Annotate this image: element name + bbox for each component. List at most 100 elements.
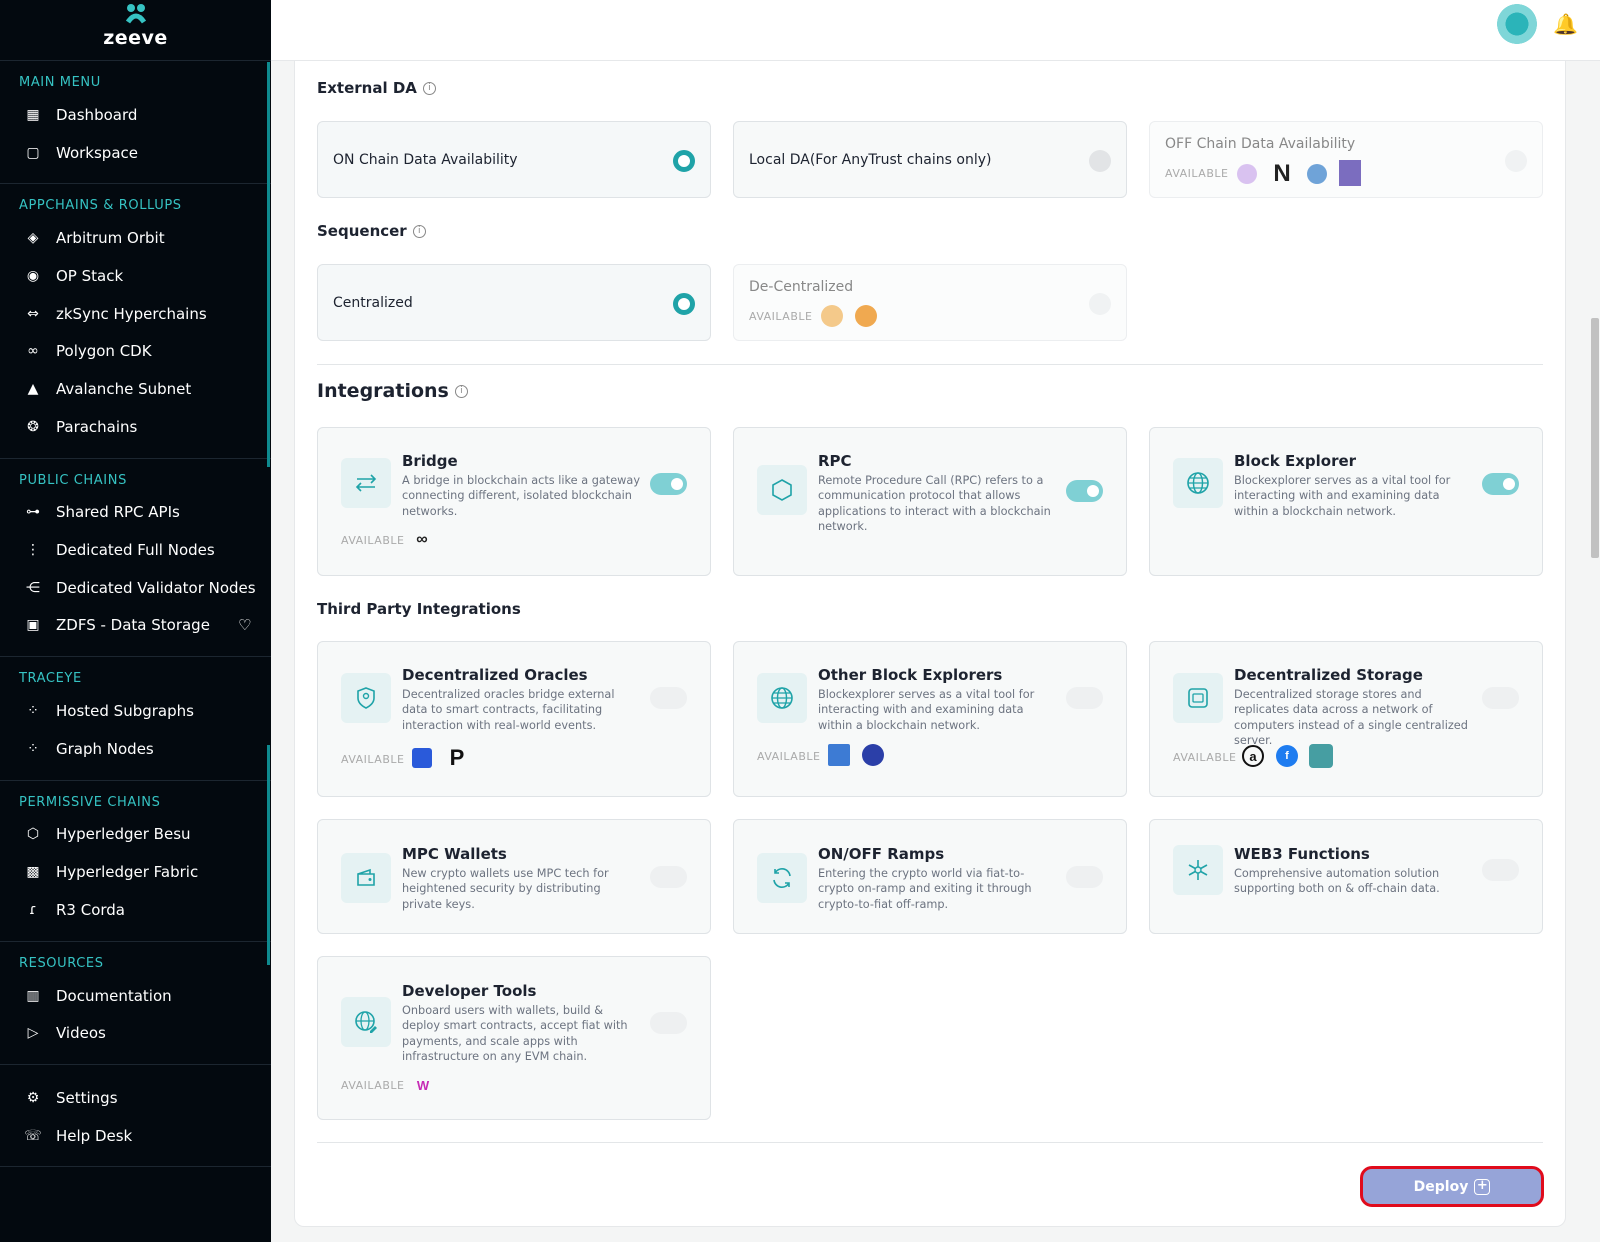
rpc-hexagon-icon xyxy=(757,465,807,515)
sidebar-scroll-indicator xyxy=(267,62,270,467)
block-explorer-toggle[interactable] xyxy=(1482,473,1519,495)
refresh-icon xyxy=(757,853,807,903)
info-icon[interactable]: i xyxy=(422,82,436,95)
phone-icon: ☏ xyxy=(24,1127,42,1144)
storage-icon: ▣ xyxy=(26,617,40,634)
option-label: OFF Chain Data Availability xyxy=(1165,136,1356,152)
sidebar-item-graph-nodes[interactable]: ⁘ Graph Nodes xyxy=(0,730,271,768)
filecoin-icon: f xyxy=(1276,745,1298,767)
sidebar-item-avalanche-subnet[interactable]: ▲ Avalanche Subnet xyxy=(0,370,271,408)
da-option-local[interactable]: Local DA(For AnyTrust chains only) xyxy=(733,121,1127,198)
da-option-onchain[interactable]: ON Chain Data Availability xyxy=(317,121,711,198)
card-description: A bridge in blockchain acts like a gatew… xyxy=(402,474,641,518)
sidebar-item-label: Dedicated Full Nodes xyxy=(56,541,215,560)
card-title: ON/OFF Ramps xyxy=(818,845,945,863)
available-label: AVAILABLE xyxy=(757,750,821,763)
sidebar-item-arbitrum-orbit[interactable]: ◈ Arbitrum Orbit xyxy=(0,219,271,257)
radio-selected[interactable] xyxy=(673,150,695,172)
sidebar-item-label: Parachains xyxy=(56,417,138,436)
sidebar-item-polygon-cdk[interactable]: ∞ Polygon CDK xyxy=(0,332,271,370)
available-label: AVAILABLE xyxy=(341,1079,405,1092)
celestia-icon xyxy=(1237,164,1257,184)
subgraph-icon: ⁘ xyxy=(27,703,39,720)
sidebar-item-label: Help Desk xyxy=(56,1126,133,1145)
option-label: Local DA(For AnyTrust chains only) xyxy=(749,152,992,168)
card-title: RPC xyxy=(818,452,852,470)
astria-icon xyxy=(855,305,877,327)
sidebar-item-hyperledger-besu[interactable]: ⬡ Hyperledger Besu xyxy=(0,816,271,854)
sidebar-item-dashboard[interactable]: ▦ Dashboard xyxy=(0,96,271,134)
mpc-wallets-toggle[interactable] xyxy=(650,866,687,888)
divider xyxy=(317,364,1543,365)
sidebar-section: RESOURCES ▥ Documentation ▷ Videos xyxy=(0,942,271,1066)
bridge-toggle[interactable] xyxy=(650,473,687,495)
sidebar-item-dedicated-validator-nodes[interactable]: ⋲ Dedicated Validator Nodes xyxy=(0,569,271,607)
storage-drive-icon xyxy=(1173,673,1223,723)
sidebar-item-zdfs-data-storage[interactable]: ▣ ZDFS - Data Storage ♡ xyxy=(0,607,271,645)
page-scrollbar[interactable] xyxy=(1589,62,1600,1242)
chainlink-icon xyxy=(412,748,432,768)
card-title: Bridge xyxy=(402,452,458,470)
sidebar-section: APPCHAINS & ROLLUPS ◈ Arbitrum Orbit ◉ OP St… xyxy=(0,184,271,459)
info-icon[interactable]: i xyxy=(412,225,426,238)
radio-selected[interactable] xyxy=(673,293,695,315)
storage-toggle[interactable] xyxy=(1482,687,1519,709)
card-title: Decentralized Storage xyxy=(1234,666,1423,684)
sidebar-item-r3-corda[interactable]: ɾ R3 Corda xyxy=(0,891,271,929)
info-icon[interactable]: i xyxy=(454,385,468,398)
sidebar-item-workspace[interactable]: ▢ Workspace xyxy=(0,134,271,172)
web3-functions-toggle[interactable] xyxy=(1482,859,1519,881)
sequencer-label: Sequencer i xyxy=(317,222,426,240)
user-avatar[interactable] xyxy=(1497,4,1537,44)
card-decentralized-storage: Decentralized Storage Decentralized stor… xyxy=(1149,641,1543,797)
card-title: Other Block Explorers xyxy=(818,666,1003,684)
oracles-toggle[interactable] xyxy=(650,687,687,709)
integration-card-bridge: Bridge A bridge in blockchain acts like … xyxy=(317,427,711,576)
gear-icon: ⚙ xyxy=(26,1089,40,1106)
scrollbar-thumb[interactable] xyxy=(1591,318,1599,558)
radio-disabled xyxy=(1089,293,1111,315)
sidebar-item-zksync-hyperchains[interactable]: ⇔ zkSync Hyperchains xyxy=(0,295,271,333)
sidebar-item-label: Workspace xyxy=(56,143,138,162)
snowflake-icon xyxy=(1173,845,1223,895)
sidebar-item-documentation[interactable]: ▥ Documentation xyxy=(0,977,271,1015)
avalanche-icon: ▲ xyxy=(27,380,39,397)
third-party-title: Third Party Integrations xyxy=(317,600,521,618)
bell-icon[interactable]: 🔔 xyxy=(1553,12,1578,37)
available-label: AVAILABLE xyxy=(341,753,405,766)
deploy-button[interactable]: Deploy + xyxy=(1360,1166,1544,1207)
sidebar-item-hyperledger-fabric[interactable]: ▩ Hyperledger Fabric xyxy=(0,853,271,891)
ramps-toggle[interactable] xyxy=(1066,866,1103,888)
card-description: Decentralized storage stores and replica… xyxy=(1234,688,1468,747)
sidebar-item-help-desk[interactable]: ☏ Help Desk xyxy=(0,1117,271,1155)
sequencer-option-centralized[interactable]: Centralized xyxy=(317,264,711,341)
sidebar-item-parachains[interactable]: ❂ Parachains xyxy=(0,408,271,446)
sidebar-item-dedicated-full-nodes[interactable]: ⋮ Dedicated Full Nodes xyxy=(0,531,271,569)
card-on-off-ramps: ON/OFF Ramps Entering the crypto world v… xyxy=(733,819,1127,934)
card-description: Comprehensive automation solution suppor… xyxy=(1234,867,1440,896)
sidebar-item-shared-rpc-apis[interactable]: ⊶ Shared RPC APIs xyxy=(0,494,271,532)
sidebar-item-label: Hyperledger Fabric xyxy=(56,863,199,882)
sidebar-item-settings[interactable]: ⚙ Settings xyxy=(0,1079,271,1117)
sidebar-item-op-stack[interactable]: ◉ OP Stack xyxy=(0,257,271,295)
bridge-icon xyxy=(341,458,391,508)
developer-tools-toggle[interactable] xyxy=(650,1012,687,1034)
da-option-offchain: OFF Chain Data Availability AVAILABLE N xyxy=(1149,121,1543,198)
available-label: AVAILABLE xyxy=(749,310,813,323)
other-explorers-toggle[interactable] xyxy=(1066,687,1103,709)
globe-icon xyxy=(757,673,807,723)
available-label: AVAILABLE xyxy=(1173,751,1237,764)
sidebar-section: PERMISSIVE CHAINS ⬡ Hyperledger Besu ▩ Hyper… xyxy=(0,781,271,942)
arweave-icon: a xyxy=(1242,745,1264,767)
card-description: New crypto wallets use MPC tech for heig… xyxy=(402,867,609,911)
integration-card-block-explorer: Block Explorer Blockexplorer serves as a… xyxy=(1149,427,1543,576)
rpc-toggle[interactable] xyxy=(1066,480,1103,502)
radio-unselected[interactable] xyxy=(1089,150,1111,172)
sequencer-option-decentralized: De-Centralized AVAILABLE xyxy=(733,264,1127,341)
wallet-icon xyxy=(341,853,391,903)
sidebar-item-label: Polygon CDK xyxy=(56,342,152,361)
grid-icon: ▦ xyxy=(26,106,40,123)
sidebar-item-videos[interactable]: ▷ Videos xyxy=(0,1014,271,1052)
zeeve-logo[interactable]: zeeve xyxy=(0,0,271,61)
sidebar-item-hosted-subgraphs[interactable]: ⁘ Hosted Subgraphs xyxy=(0,692,271,730)
